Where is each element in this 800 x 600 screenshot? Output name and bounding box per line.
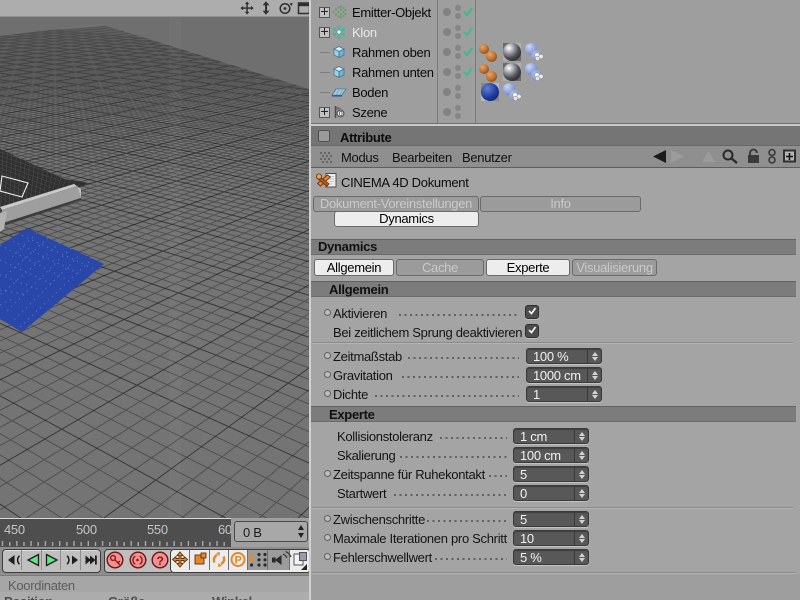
svg-text:0: 0 — [339, 111, 343, 118]
svg-text:?: ? — [156, 554, 163, 568]
svg-text:P: P — [234, 555, 241, 567]
